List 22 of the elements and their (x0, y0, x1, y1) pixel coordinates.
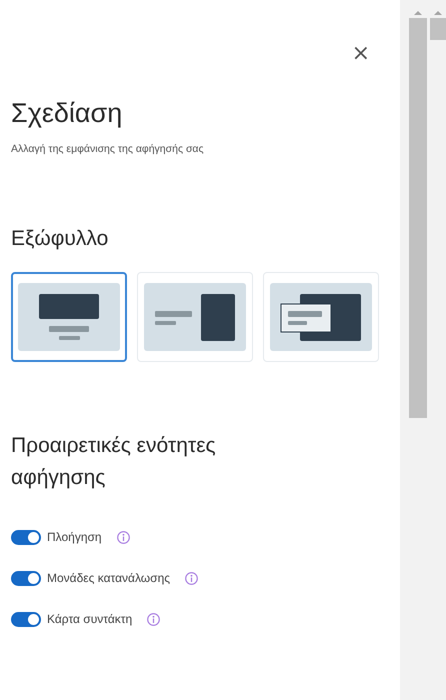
scroll-up-icon[interactable] (434, 10, 442, 15)
info-icon[interactable] (147, 612, 160, 626)
toggle-label: Μονάδες κατανάλωσης (47, 571, 170, 585)
scrollbar-thumb[interactable] (430, 18, 446, 40)
toggle-switch[interactable] (11, 530, 41, 544)
layout-option[interactable] (11, 272, 127, 362)
layout-preview-icon (270, 283, 372, 351)
scrollbar-thumb[interactable] (408, 18, 426, 418)
toggle-switch[interactable] (11, 612, 41, 626)
layout-preview-icon (18, 283, 120, 351)
layout-preview-icon (144, 283, 246, 351)
toggle-label: Κάρτα συντάκτη (47, 612, 132, 626)
panel-subtitle: Αλλαγή της εμφάνισης της αφήγησής σας (11, 143, 205, 155)
scroll-up-icon[interactable] (414, 10, 422, 15)
info-icon[interactable] (185, 572, 198, 584)
toggle-switch[interactable] (11, 570, 41, 586)
panel-title: Σχεδίαση (11, 97, 124, 130)
section-heading: Προαιρετικές ενότητες αφήγησης (11, 433, 217, 491)
info-icon[interactable] (116, 530, 130, 544)
section-heading: Εξώφυλλο (11, 226, 110, 252)
close-button[interactable]: × (352, 38, 370, 70)
toggle-label: Πλοήγηση (47, 530, 102, 544)
